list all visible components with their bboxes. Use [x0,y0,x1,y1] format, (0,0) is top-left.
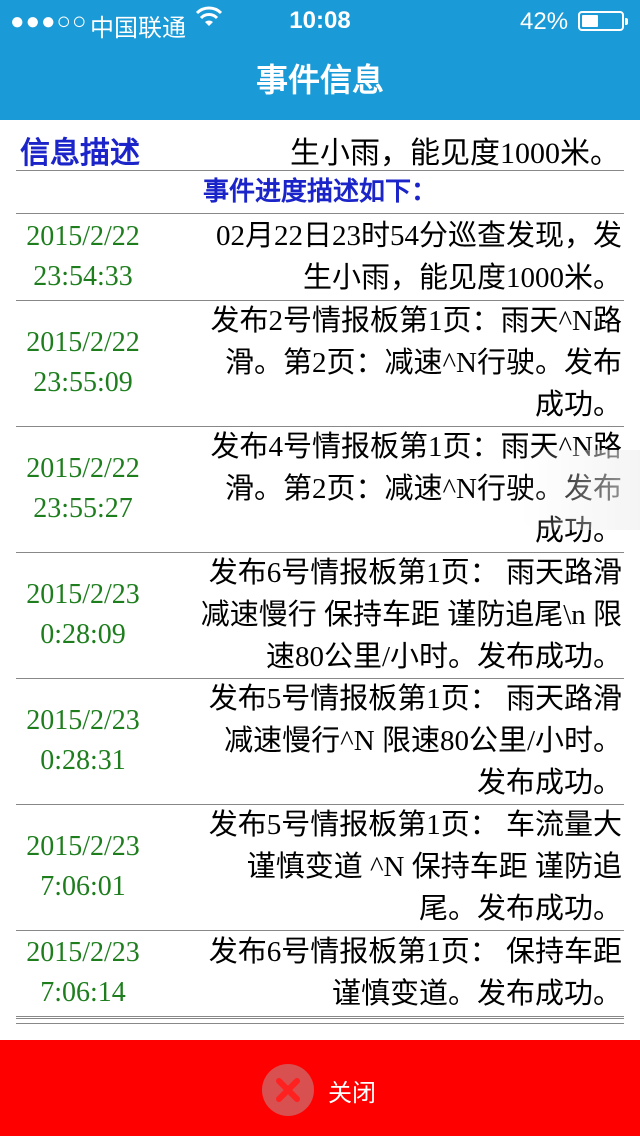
scroll-indicator [520,450,640,530]
event-timestamp: 2015/2/22 23:55:09 [16,300,150,426]
top-bar: ●●●○○ 中国联通 10:08 42% 事件信息 [0,0,640,120]
event-date: 2015/2/22 [26,327,140,358]
event-row: 2015/2/23 7:06:01 发布5号情报板第1页： 车流量大谨慎变道 ^N … [16,804,624,931]
battery-icon [578,11,628,31]
event-description: 发布6号情报板第1页： 保持车距谨慎变道。发布成功。 [156,930,622,1016]
list-end-divider [16,1018,624,1024]
event-timestamp: 2015/2/23 0:28:31 [16,678,150,804]
event-timestamp: 2015/2/22 23:54:33 [16,214,150,300]
event-time: 23:55:09 [33,367,133,398]
event-description-line: 速80公里/小时。发布成功。 [265,641,622,673]
event-description: 发布2号情报板第1页：雨天^N路滑。第2页：减速^N行驶。发布成功。 [156,300,622,426]
event-date: 2015/2/22 [26,453,140,484]
event-time: 0:28:31 [40,745,126,776]
event-timestamp: 2015/2/23 7:06:01 [16,804,150,930]
event-timestamp: 2015/2/23 7:06:14 [16,930,150,1016]
info-description-row: 信息描述 生小雨，能见度1000米。 [16,120,624,171]
page-title: 事件信息 [255,62,384,98]
event-description-line: 发布6号情报板第1页： 雨天路滑 [208,557,622,589]
event-row: 2015/2/23 0:28:31 发布5号情报板第1页： 雨天路滑减速慢行^N 限… [16,678,624,805]
event-description-line: 02月22日23时54分巡查发现，发 [215,220,622,252]
event-row: 2015/2/23 0:28:09 发布6号情报板第1页： 雨天路滑减速慢行 保持车… [16,552,624,679]
event-date: 2015/2/23 [26,937,140,968]
event-description-line: 谨慎变道。发布成功。 [331,978,622,1010]
close-button-label: 关闭 [328,1078,376,1107]
event-description-line: 成功。 [534,389,622,421]
event-date: 2015/2/22 [26,221,140,252]
event-time: 0:28:09 [40,619,126,650]
event-time: 23:54:33 [33,261,133,292]
event-date: 2015/2/23 [26,831,140,862]
event-description-line: 发布成功。 [476,767,622,799]
battery-level [582,15,598,27]
event-date: 2015/2/23 [26,705,140,736]
event-row: 2015/2/22 23:54:33 02月22日23时54分巡查发现，发生小雨，能… [16,214,624,301]
event-row: 2015/2/23 7:06:14 发布6号情报板第1页： 保持车距谨慎变道。发布成… [16,930,624,1017]
event-description: 发布6号情报板第1页： 雨天路滑减速慢行 保持车距 谨防追尾\n 限速80公里/… [156,552,622,678]
close-button[interactable]: 关闭 [262,1064,376,1116]
event-time: 23:55:27 [33,493,133,524]
event-timestamp: 2015/2/23 0:28:09 [16,552,150,678]
bottom-bar: 关闭 [0,1040,640,1136]
event-date: 2015/2/23 [26,579,140,610]
event-time: 7:06:14 [40,977,126,1008]
info-description-text: 生小雨，能见度1000米。 [290,137,620,170]
event-description: 发布5号情报板第1页： 雨天路滑减速慢行^N 限速80公里/小时。发布成功。 [156,678,622,804]
status-bar: ●●●○○ 中国联通 10:08 42% [0,0,640,42]
event-description-line: 发布2号情报板第1页：雨天^N路 [210,305,622,337]
event-description-line: 发布5号情报板第1页： 雨天路滑 [208,683,622,715]
progress-section-title: 事件进度描述如下： [16,171,624,214]
event-info-content[interactable]: 信息描述 生小雨，能见度1000米。 事件进度描述如下： 2015/2/22 23… [16,120,624,1030]
event-description-line: 滑。第2页：减速^N行驶。发布 [224,347,622,379]
event-time: 7:06:01 [40,871,126,902]
event-row: 2015/2/22 23:55:09 发布2号情报板第1页：雨天^N路滑。第2页：减… [16,300,624,427]
event-description-line: 减速慢行^N 限速80公里/小时。 [224,725,622,757]
event-description-line: 生小雨，能见度1000米。 [302,262,622,294]
event-description-line: 尾。发布成功。 [418,893,622,925]
close-icon [262,1064,314,1116]
event-description-line: 发布6号情报板第1页： 保持车距 [208,936,622,968]
event-description-line: 减速慢行 保持车距 谨防追尾\n 限 [200,599,622,631]
info-description-label: 信息描述 [20,136,140,171]
event-description: 发布5号情报板第1页： 车流量大谨慎变道 ^N 保持车距 谨防追尾。发布成功。 [156,804,622,930]
event-description: 02月22日23时54分巡查发现，发生小雨，能见度1000米。 [156,214,622,300]
event-description-line: 谨慎变道 ^N 保持车距 谨防追 [246,851,622,883]
event-description-line: 发布5号情报板第1页： 车流量大 [208,809,622,841]
battery-percent: 42% [520,8,569,35]
event-timestamp: 2015/2/22 23:55:27 [16,426,150,552]
